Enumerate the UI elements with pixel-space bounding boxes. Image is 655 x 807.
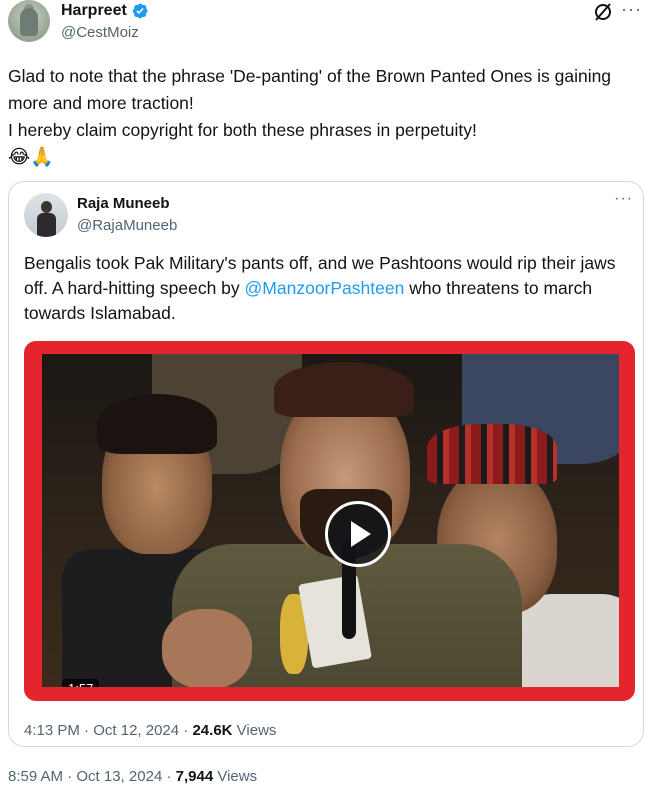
quoted-author-avatar[interactable] bbox=[24, 193, 68, 237]
video-player[interactable]: 1:57 bbox=[24, 341, 635, 701]
author-avatar[interactable] bbox=[8, 0, 50, 42]
verified-badge-icon bbox=[132, 3, 148, 19]
quoted-date[interactable]: Oct 12, 2024 bbox=[93, 722, 179, 739]
tweet-header: Harpreet @CestMoiz ··· bbox=[8, 0, 648, 48]
video-thumbnail[interactable]: 1:57 bbox=[42, 354, 619, 687]
more-options-icon[interactable]: ··· bbox=[621, 0, 642, 18]
tweet-text-line1: Glad to note that the phrase 'De-panting… bbox=[8, 66, 612, 113]
tweet-emojis: 😂🙏 bbox=[8, 147, 54, 168]
tweet-body: Glad to note that the phrase 'De-panting… bbox=[8, 63, 643, 171]
tweet-text-line2: I hereby claim copyright for both these … bbox=[8, 120, 477, 140]
author-name-row: Harpreet bbox=[61, 2, 149, 20]
quoted-author-name[interactable]: Raja Muneeb bbox=[77, 195, 170, 212]
quoted-time[interactable]: 4:13 PM bbox=[24, 722, 80, 739]
quoted-more-options-icon[interactable]: ··· bbox=[614, 190, 633, 208]
mention-link[interactable]: @ManzoorPashteen bbox=[245, 278, 405, 298]
quoted-author-handle[interactable]: @RajaMuneeb bbox=[77, 217, 177, 234]
author-handle[interactable]: @CestMoiz bbox=[61, 24, 139, 41]
author-display-name[interactable]: Harpreet bbox=[61, 2, 127, 20]
quoted-tweet-meta: 4:13 PM · Oct 12, 2024 · 24.6K Views bbox=[24, 722, 277, 739]
tweet-meta: 8:59 AM · Oct 13, 2024 · 7,944 Views bbox=[8, 768, 258, 785]
tweet-date[interactable]: Oct 13, 2024 bbox=[76, 768, 162, 785]
quoted-views-count: 24.6K bbox=[192, 722, 233, 739]
tweet-views-label: Views bbox=[217, 768, 258, 785]
play-icon bbox=[350, 521, 371, 547]
tweet-views-count: 7,944 bbox=[175, 768, 214, 785]
play-button[interactable] bbox=[325, 501, 391, 567]
quoted-tweet-text: Bengalis took Pak Military's pants off, … bbox=[24, 251, 634, 326]
quoted-tweet-card[interactable]: Raja Muneeb @RajaMuneeb ··· Bengalis too… bbox=[8, 181, 644, 747]
video-duration-badge: 1:57 bbox=[62, 679, 100, 687]
grok-icon[interactable] bbox=[593, 2, 613, 22]
quoted-views-label: Views bbox=[236, 722, 277, 739]
tweet-time[interactable]: 8:59 AM bbox=[8, 768, 63, 785]
